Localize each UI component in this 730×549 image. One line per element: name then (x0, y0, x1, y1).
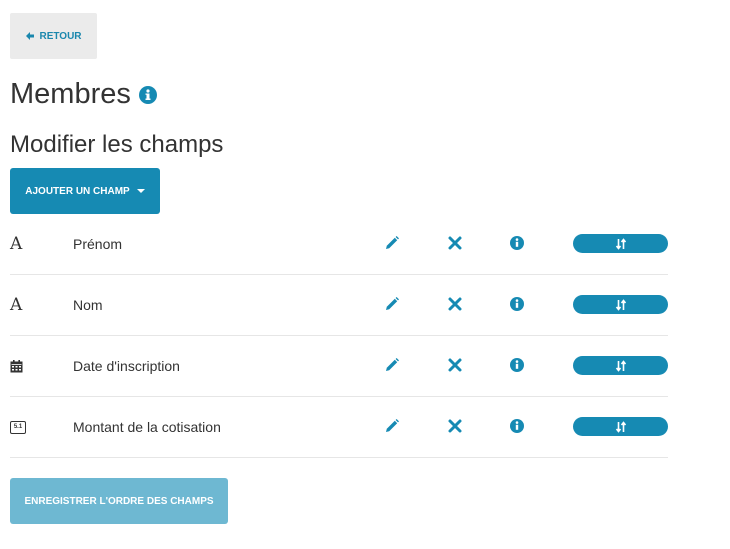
add-field-button[interactable]: AJOUTER UN CHAMP (10, 168, 160, 214)
field-label: Montant de la cotisation (73, 419, 221, 435)
close-icon[interactable] (447, 418, 463, 434)
page-title-text: Membres (10, 78, 131, 110)
save-order-button-label: ENREGISTRER L'ORDRE DES CHAMPS (24, 495, 214, 507)
info-circle-icon[interactable] (509, 235, 525, 251)
reorder-handle[interactable] (573, 417, 668, 436)
sort-arrows-icon (615, 359, 626, 372)
close-icon[interactable] (447, 235, 463, 251)
reorder-handle[interactable] (573, 234, 668, 253)
pencil-icon[interactable] (384, 235, 400, 251)
pencil-icon[interactable] (384, 296, 400, 312)
text-A-icon: A (10, 295, 23, 315)
section-title: Modifier les champs (10, 131, 224, 158)
field-label: Prénom (73, 236, 123, 252)
info-circle-icon[interactable] (509, 357, 525, 373)
close-icon[interactable] (447, 296, 463, 312)
back-button[interactable]: RETOUR (10, 13, 97, 59)
sort-arrows-icon (615, 420, 626, 433)
field-label: Nom (73, 297, 103, 313)
add-field-button-label: AJOUTER UN CHAMP (25, 185, 130, 197)
reorder-handle[interactable] (573, 356, 668, 375)
close-icon[interactable] (447, 357, 463, 373)
field-row-date-inscription: Date d'inscription (10, 336, 668, 397)
save-order-button[interactable]: ENREGISTRER L'ORDRE DES CHAMPS (10, 478, 228, 524)
decimal-number-icon: 5.1 (10, 397, 30, 457)
field-row-nom: A Nom (10, 275, 668, 336)
page-title: Membres (10, 78, 157, 111)
info-circle-icon[interactable] (509, 418, 525, 434)
info-circle-icon[interactable] (138, 85, 157, 104)
caret-down-icon (136, 189, 145, 193)
text-A-icon: A (10, 234, 23, 254)
info-circle-icon[interactable] (509, 296, 525, 312)
fields-list: A Prénom A Nom Date d'inscription 5.1 Mo… (10, 214, 668, 458)
pencil-icon[interactable] (384, 357, 400, 373)
field-row-prenom: A Prénom (10, 214, 668, 275)
pencil-icon[interactable] (384, 418, 400, 434)
reorder-handle[interactable] (573, 295, 668, 314)
field-row-montant-cotisation: 5.1 Montant de la cotisation (10, 397, 668, 458)
field-label: Date d'inscription (73, 358, 180, 374)
sort-arrows-icon (615, 298, 626, 311)
arrow-left-icon (26, 32, 35, 40)
back-button-label: RETOUR (39, 30, 82, 42)
calendar-icon (10, 336, 30, 396)
sort-arrows-icon (615, 237, 626, 250)
